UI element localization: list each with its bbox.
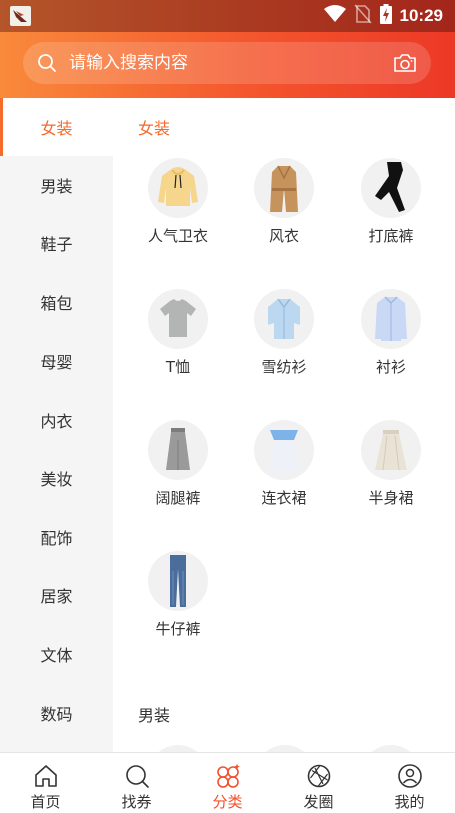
category-item[interactable]: 风衣 (234, 158, 334, 258)
user-icon (397, 763, 423, 789)
app-logo-icon (10, 6, 31, 26)
search-bar[interactable] (23, 42, 431, 84)
aperture-icon (306, 763, 332, 789)
sidebar-item-underwear[interactable]: 内衣 (0, 391, 113, 449)
leggings-icon (361, 158, 421, 218)
sidebar-item-baby[interactable]: 母婴 (0, 332, 113, 390)
section-title: 男装 (138, 706, 171, 725)
sidebar-item-label: 鞋子 (40, 235, 73, 254)
nav-find-coupons[interactable]: 找券 (91, 753, 182, 813)
tshirt-icon (148, 289, 208, 349)
category-thumb[interactable] (148, 745, 208, 752)
trench-coat-icon (254, 158, 314, 218)
home-icon (33, 763, 59, 789)
nav-label: 发圈 (303, 793, 334, 811)
sidebar-item-digital[interactable]: 数码 (0, 684, 113, 742)
nav-label: 分类 (212, 793, 243, 811)
category-item[interactable]: 雪纺衫 (234, 289, 334, 389)
category-thumb[interactable] (255, 745, 315, 752)
category-item-label: 打底裤 (368, 227, 414, 245)
category-item-label: 半身裙 (368, 489, 414, 507)
sidebar-item-label: 文体 (40, 646, 73, 665)
category-item[interactable]: 牛仔裤 (128, 551, 228, 651)
category-item-label: 人气卫衣 (147, 227, 208, 245)
nav-label: 我的 (394, 793, 425, 811)
search-input[interactable] (69, 42, 369, 84)
nav-moments[interactable]: 发圈 (273, 753, 364, 813)
shirt-icon (361, 289, 421, 349)
sidebar-item-label: 女装 (40, 119, 73, 138)
sidebar-item-label: 箱包 (40, 294, 73, 313)
nav-home[interactable]: 首页 (0, 753, 91, 813)
category-content: 女装 人气卫衣 风衣 打底裤 T恤 雪纺衫 衬衫 阔腿裤 连衣裙 半身裙 牛仔裤… (113, 98, 455, 752)
nav-category[interactable]: 分类 (182, 753, 273, 813)
category-item-label: T恤 (165, 358, 191, 376)
sidebar-item-label: 内衣 (40, 412, 73, 431)
category-item[interactable]: 衬衫 (341, 289, 441, 389)
sidebar-item-stationery[interactable]: 文体 (0, 625, 113, 683)
category-item[interactable]: 阔腿裤 (128, 420, 228, 520)
camera-icon[interactable] (393, 52, 417, 78)
sidebar-item-beauty[interactable]: 美妆 (0, 449, 113, 507)
status-bar: 10:29 (0, 0, 455, 32)
skirt-icon (361, 420, 421, 480)
sidebar-item-label: 母婴 (40, 353, 73, 372)
search-icon (37, 53, 57, 77)
sidebar-item-shoes[interactable]: 鞋子 (0, 214, 113, 272)
category-item-label: 连衣裙 (261, 489, 307, 507)
sidebar-item-bags[interactable]: 箱包 (0, 273, 113, 331)
category-item-label: 牛仔裤 (155, 620, 201, 638)
section-title: 女装 (138, 119, 171, 138)
category-item-label: 雪纺衫 (261, 358, 307, 376)
category-icon (215, 763, 241, 789)
header: 10:29 (0, 0, 455, 98)
category-item-label: 风衣 (268, 227, 299, 245)
category-item[interactable]: 打底裤 (341, 158, 441, 258)
category-item-label: 阔腿裤 (155, 489, 201, 507)
hoodie-icon (148, 158, 208, 218)
bottom-nav: 首页 找券 分类 发圈 我的 (0, 752, 455, 813)
category-item[interactable]: T恤 (128, 289, 228, 389)
status-time: 10:29 (399, 6, 443, 25)
sidebar-item-label: 男装 (40, 177, 73, 196)
nav-mine[interactable]: 我的 (364, 753, 455, 813)
category-item[interactable]: 人气卫衣 (128, 158, 228, 258)
jeans-icon (148, 551, 208, 611)
sidebar-item-label: 数码 (40, 705, 73, 724)
category-sidebar: 女装 男装 鞋子 箱包 母婴 内衣 美妆 配饰 居家 文体 数码 (0, 98, 113, 752)
no-sim-icon (353, 4, 372, 28)
sidebar-item-label: 居家 (40, 587, 73, 606)
chiffon-blouse-icon (254, 289, 314, 349)
category-thumb[interactable] (361, 745, 421, 752)
nav-label: 找券 (121, 793, 152, 811)
sidebar-item-mens[interactable]: 男装 (0, 156, 113, 214)
wide-leg-pants-icon (148, 420, 208, 480)
sidebar-item-womens[interactable]: 女装 (0, 98, 113, 156)
dress-icon (254, 420, 314, 480)
battery-charging-icon (379, 4, 392, 28)
sidebar-item-label: 美妆 (40, 470, 73, 489)
category-item[interactable]: 半身裙 (341, 420, 441, 520)
sidebar-item-label: 配饰 (40, 529, 73, 548)
category-item-label: 衬衫 (375, 358, 406, 376)
sidebar-item-accessories[interactable]: 配饰 (0, 508, 113, 566)
sidebar-item-home[interactable]: 居家 (0, 566, 113, 624)
nav-label: 首页 (30, 793, 61, 811)
category-item[interactable]: 连衣裙 (234, 420, 334, 520)
search-coupon-icon (124, 763, 150, 789)
wifi-icon (323, 5, 346, 27)
